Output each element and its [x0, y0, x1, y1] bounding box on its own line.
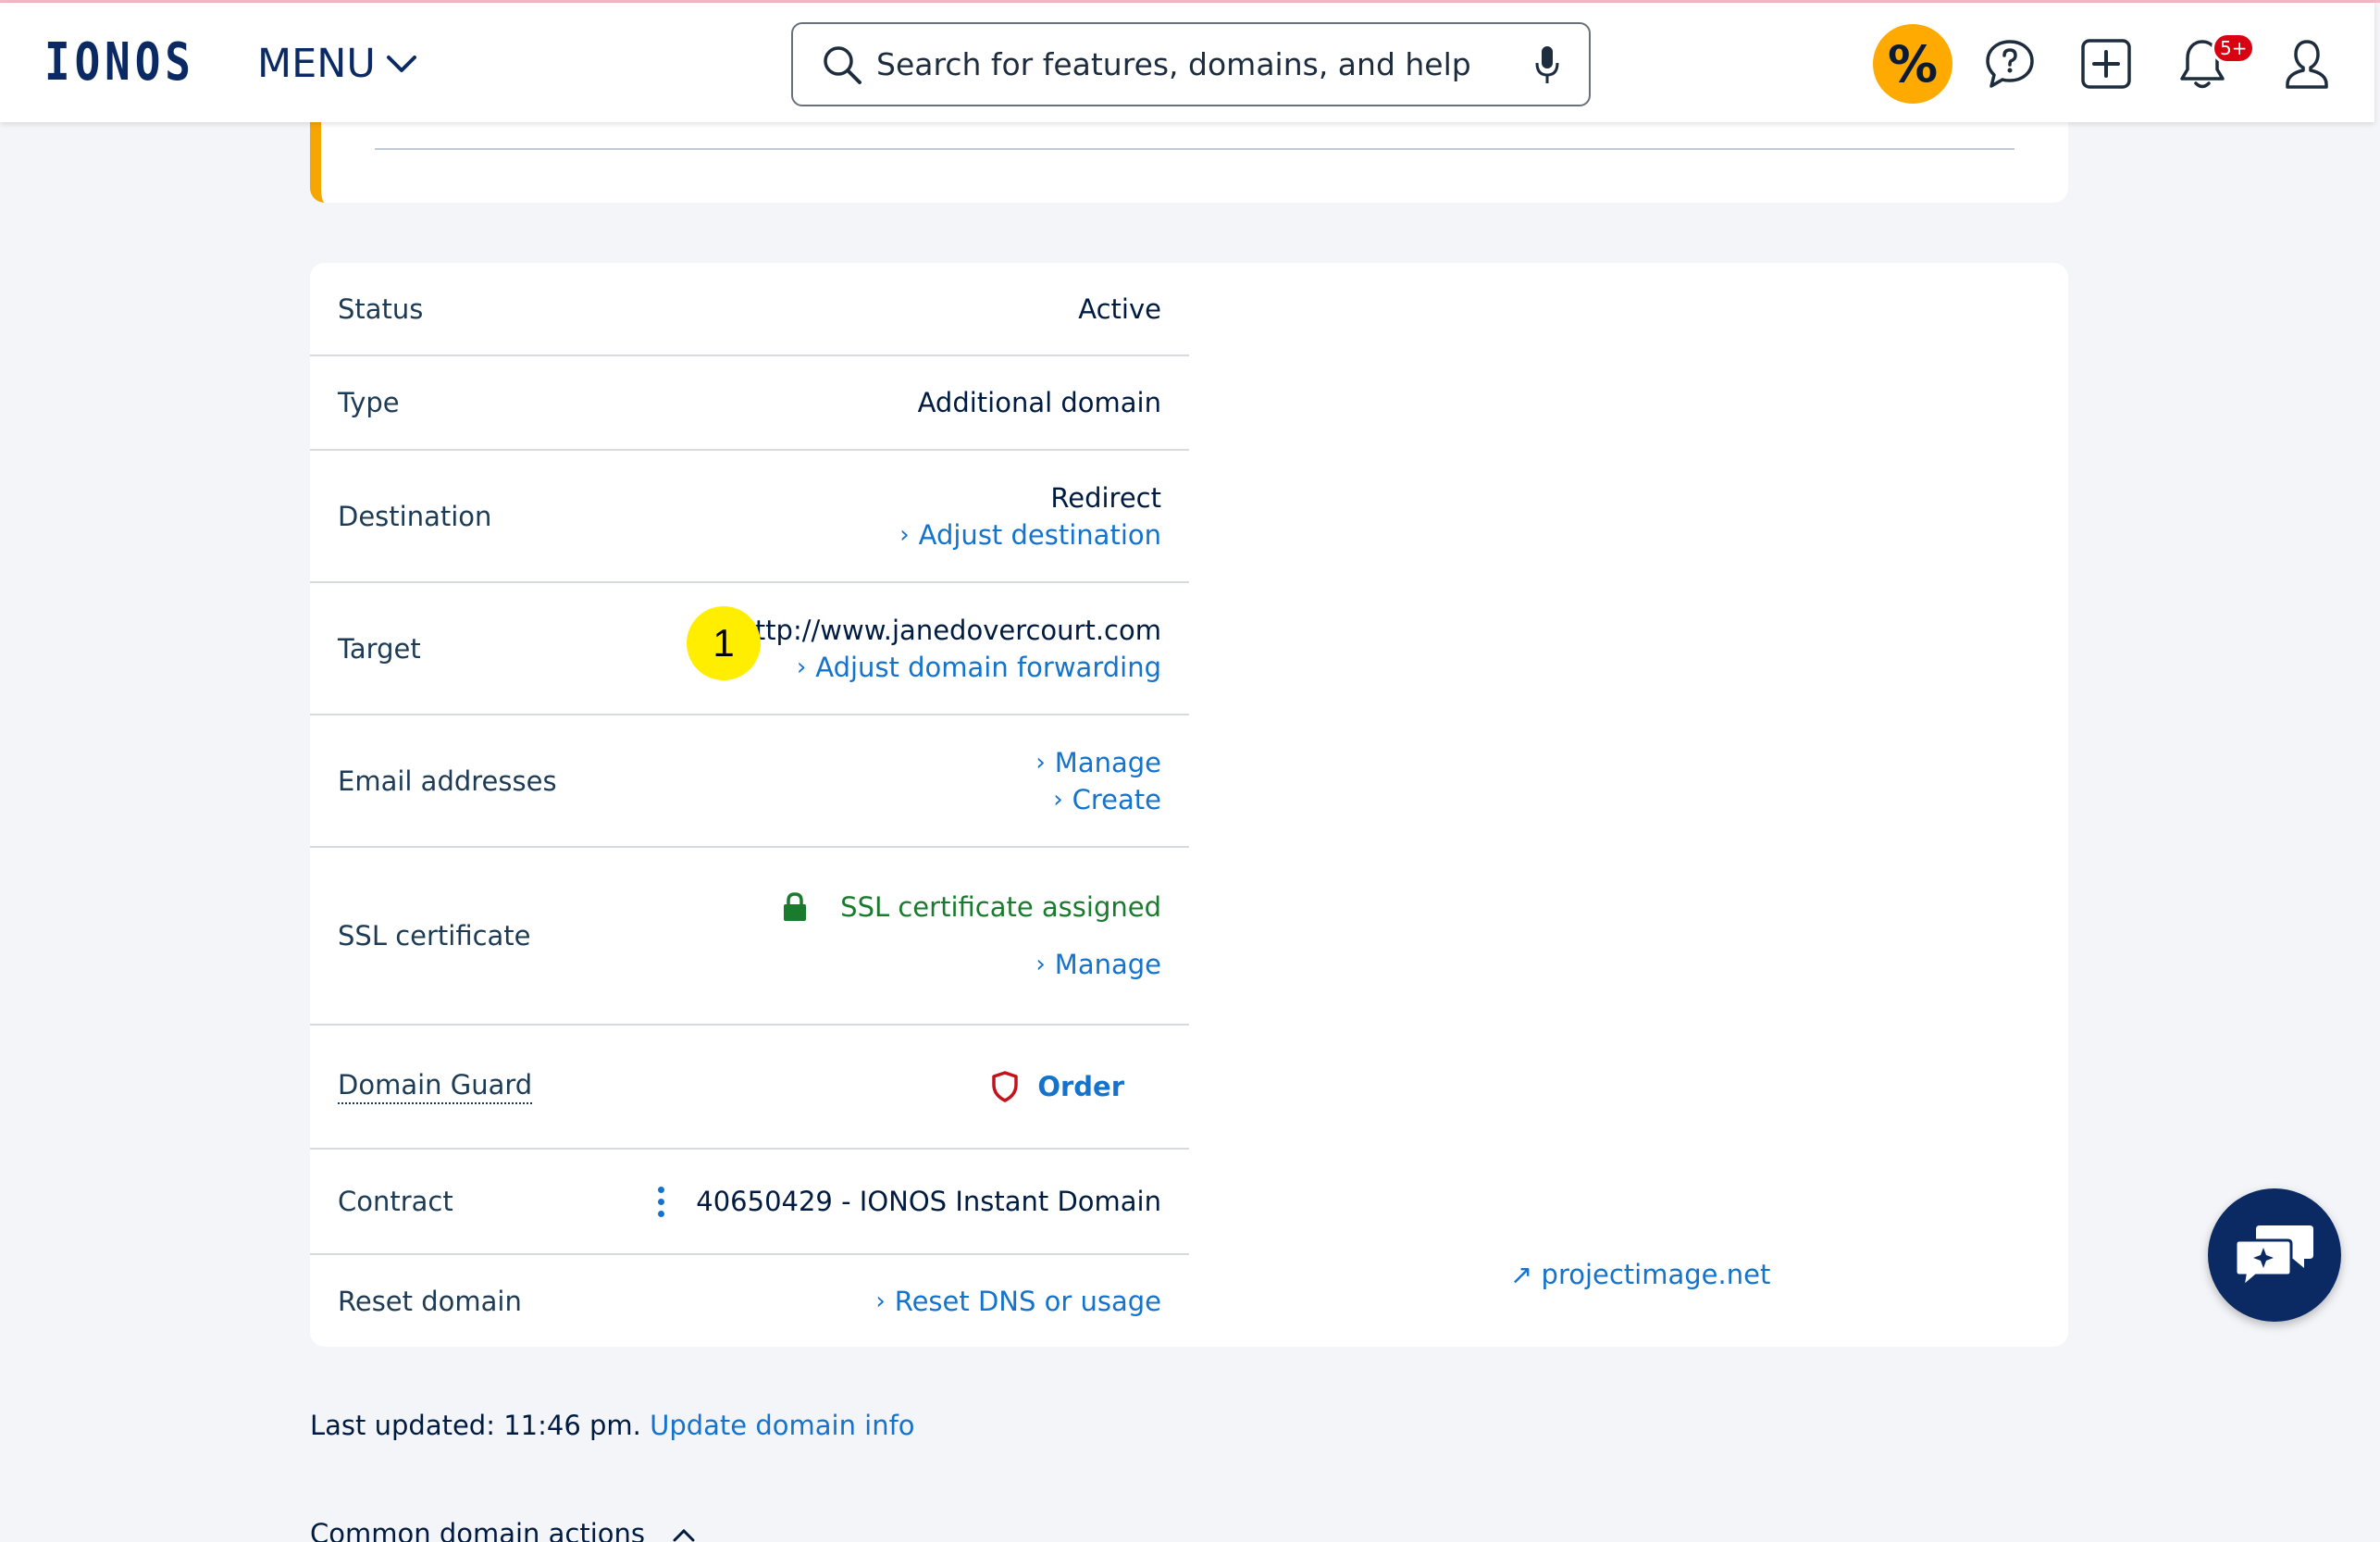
external-arrow-icon: ↗	[1510, 1259, 1533, 1290]
email-addresses-row: Email addresses › Manage › Create	[310, 715, 1189, 848]
chevron-right-icon: ›	[899, 520, 910, 549]
destination-value: Redirect	[1050, 481, 1161, 514]
projectimage-external-link[interactable]: ↗ projectimage.net	[1510, 1259, 1770, 1290]
chat-assistant-button[interactable]	[2208, 1188, 2341, 1322]
reset-dns-link[interactable]: › Reset DNS or usage	[875, 1286, 1161, 1317]
microphone-icon[interactable]	[1533, 44, 1561, 86]
update-domain-info-link[interactable]: Update domain info	[650, 1410, 914, 1441]
status-row: Status Active	[310, 263, 1189, 356]
reset-domain-label: Reset domain	[338, 1285, 522, 1317]
deals-button[interactable]: %	[1873, 24, 1952, 104]
order-domain-guard-button[interactable]: Order	[991, 1071, 1124, 1102]
chevron-right-icon: ›	[875, 1287, 886, 1315]
contract-row: Contract 40650429 - IONOS Instant Domain	[310, 1150, 1189, 1255]
common-domain-actions-toggle[interactable]: Common domain actions	[310, 1518, 696, 1542]
contract-value-group: 40650429 - IONOS Instant Domain	[658, 1186, 1161, 1217]
chevron-right-icon: ›	[1053, 785, 1063, 814]
search-input[interactable]	[876, 46, 1533, 82]
menu-button[interactable]: MENU	[257, 38, 418, 90]
ionos-logo[interactable]: IONOS	[44, 36, 195, 90]
chevron-right-icon: ›	[1035, 951, 1046, 978]
ssl-status: SSL certificate assigned	[783, 891, 1161, 923]
user-icon	[2286, 40, 2328, 89]
step-marker: 1	[687, 606, 761, 680]
reset-domain-row: Reset domain › Reset DNS or usage	[310, 1255, 1189, 1347]
destination-label: Destination	[338, 500, 492, 532]
lock-icon	[784, 892, 807, 921]
search-icon	[824, 45, 862, 84]
target-label: Target	[338, 632, 421, 665]
type-value: Additional domain	[917, 387, 1161, 418]
top-navigation-bar: IONOS MENU %	[0, 3, 2374, 122]
chevron-down-icon	[386, 56, 416, 72]
create-email-link[interactable]: › Create	[1053, 784, 1161, 815]
more-options-icon[interactable]	[658, 1186, 665, 1217]
add-button[interactable]	[2071, 29, 2141, 99]
help-chat-icon	[1986, 40, 2034, 88]
plus-square-icon	[2081, 39, 2131, 89]
domain-guard-label[interactable]: Domain Guard	[338, 1069, 533, 1104]
last-updated-text: Last updated: 11:46 pm.	[310, 1410, 641, 1441]
shield-icon	[992, 1071, 1019, 1102]
manage-ssl-link[interactable]: › Manage	[1035, 949, 1161, 980]
status-value: Active	[1078, 292, 1161, 325]
ssl-certificate-label: SSL certificate	[338, 920, 531, 951]
common-domain-actions-label: Common domain actions	[310, 1518, 646, 1542]
adjust-destination-link[interactable]: › Adjust destination	[899, 519, 1161, 551]
status-label: Status	[338, 292, 424, 325]
search-bar	[791, 22, 1591, 106]
contract-label: Contract	[338, 1186, 453, 1217]
domain-details-card: Status Active Type Additional domain Des…	[310, 263, 2068, 1347]
contract-value: 40650429 - IONOS Instant Domain	[696, 1186, 1161, 1217]
domain-guard-row: Domain Guard Order	[310, 1026, 1189, 1150]
divider	[375, 148, 2014, 150]
notifications-badge: 5+	[2212, 32, 2256, 64]
target-url: http://www.janedovercourt.com	[738, 614, 1161, 646]
chevron-right-icon: ›	[1035, 748, 1046, 777]
help-chat-button[interactable]	[1975, 29, 2045, 99]
ssl-certificate-row: SSL certificate SSL certificate assigned…	[310, 848, 1189, 1026]
chat-sparkle-icon	[2234, 1225, 2313, 1290]
manage-email-link[interactable]: › Manage	[1035, 747, 1161, 778]
adjust-domain-forwarding-link[interactable]: › Adjust domain forwarding	[797, 652, 1161, 683]
percent-icon: %	[1887, 34, 1939, 93]
chevron-up-icon	[673, 1528, 695, 1542]
email-addresses-label: Email addresses	[338, 765, 557, 797]
account-button[interactable]	[2272, 29, 2342, 99]
chevron-right-icon: ›	[796, 653, 807, 681]
last-updated-line: Last updated: 11:46 pm. Update domain in…	[310, 1410, 915, 1441]
menu-label: MENU	[257, 41, 376, 87]
type-label: Type	[338, 387, 400, 418]
type-row: Type Additional domain	[310, 356, 1189, 451]
destination-row: Destination Redirect › Adjust destinatio…	[310, 451, 1189, 583]
